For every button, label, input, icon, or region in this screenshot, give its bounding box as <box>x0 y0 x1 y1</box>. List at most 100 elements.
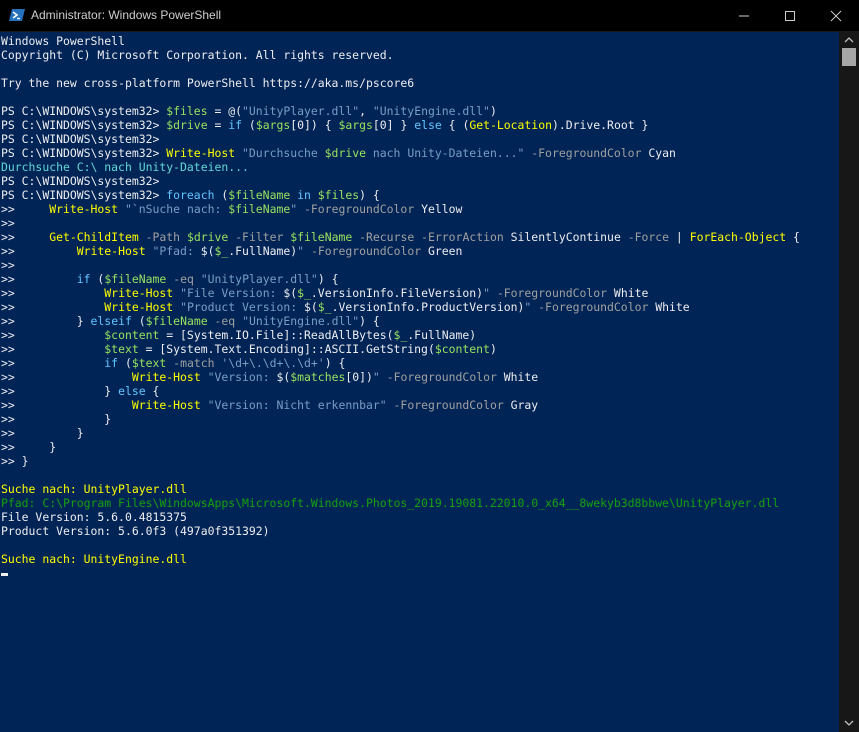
scroll-up-button[interactable] <box>839 31 859 48</box>
console-text-segment: [0]) <box>345 370 373 384</box>
console-text-segment: [0]) { <box>290 118 339 132</box>
console-line: >> } else { <box>1 384 159 398</box>
console-text-segment: $_ <box>214 244 229 258</box>
console-line: Durchsuche C:\ nach Unity-Dateien... <box>1 160 249 174</box>
console-text-segment: ) { <box>359 314 380 328</box>
console-text-segment: $files <box>166 104 208 118</box>
console-text-segment: >> } <box>1 384 119 398</box>
console-text-segment: "UnityEngine.dll" <box>242 314 360 328</box>
console-text-segment: = @( <box>207 104 243 118</box>
console-text-segment: $( <box>200 244 215 258</box>
console-line: File Version: 5.6.0.4815375 <box>1 510 187 524</box>
console-text-segment: >> <box>1 342 105 356</box>
console-text-segment: -ErrorAction <box>421 230 504 244</box>
console-line: Windows PowerShell <box>1 34 125 48</box>
close-button[interactable] <box>813 0 859 31</box>
console-text-segment: White <box>496 370 539 384</box>
console-text-segment: $fileName <box>145 314 208 328</box>
console-text-segment: .VersionInfo.FileVersion) <box>310 286 484 300</box>
console-text-segment <box>201 398 208 412</box>
console-text-segment: $fileName <box>104 272 167 286</box>
console-text-segment: -ForegroundColor <box>393 398 504 412</box>
console-line: >> if ($text -match '\d+\.\d+\.\d+') { <box>1 356 345 370</box>
console-line: PS C:\WINDOWS\system32> $drive = if ($ar… <box>1 118 648 132</box>
console-text-segment: ( <box>214 188 229 202</box>
console-text-segment: .VersionInfo.ProductVersion) <box>331 300 525 314</box>
console-text-segment <box>201 370 208 384</box>
console-text-segment: >> } <box>1 426 84 440</box>
console-text-segment: File Version: 5.6.0.4815375 <box>1 510 187 524</box>
console-text-segment: $content <box>104 328 160 342</box>
console-text-segment: $fileName <box>228 202 291 216</box>
console-text-segment: "UnityPlayer.dll" <box>200 272 318 286</box>
console-text-segment: { ( <box>441 118 470 132</box>
console-line: >> $text = [System.Text.Encoding]::ASCII… <box>1 342 497 356</box>
console-text-segment: .FullName) <box>228 244 298 258</box>
console-text-segment <box>490 286 497 300</box>
console-line: PS C:\WINDOWS\system32> foreach ($fileNa… <box>1 188 380 202</box>
console-text-segment: $args <box>338 118 373 132</box>
console-text-segment <box>208 314 215 328</box>
console-text-segment: ) { <box>359 188 380 202</box>
console-text-segment: Green <box>421 244 463 258</box>
console-text-segment: "Product Version: <box>180 300 305 314</box>
title-bar[interactable]: Administrator: Windows PowerShell <box>0 0 859 32</box>
console-text-segment: Write-Host <box>166 146 236 160</box>
console-text-segment: -ForegroundColor <box>496 286 608 300</box>
console-text-segment: $drive <box>324 146 366 160</box>
console-text-segment: >> } <box>1 412 112 426</box>
console-text-segment: -ForegroundColor <box>304 202 415 216</box>
console-text-segment <box>194 272 201 286</box>
console-text-segment: >> } <box>1 440 57 454</box>
console-text-segment: = <box>207 118 229 132</box>
console-text-segment: >> <box>1 370 132 384</box>
console-line: >> Write-Host "File Version: $($_.Versio… <box>1 286 648 300</box>
window-title: Administrator: Windows PowerShell <box>31 8 222 22</box>
console-text-segment: "Version: <box>207 370 277 384</box>
console-output[interactable]: Windows PowerShell Copyright (C) Microsof… <box>1 31 839 732</box>
console-text-segment: if <box>104 356 119 370</box>
console-text-segment: "Version: Nicht erkennbar" <box>207 398 387 412</box>
console-text-segment: $text <box>131 356 167 370</box>
scrollbar-thumb[interactable] <box>842 48 856 66</box>
console-text-segment: White <box>607 286 649 300</box>
console-text-segment: PS C:\WINDOWS\system32> <box>1 104 167 118</box>
minimize-icon <box>739 15 749 17</box>
console-text-segment: >> <box>1 300 105 314</box>
maximize-button[interactable] <box>767 0 813 31</box>
console-text-segment: PS C:\WINDOWS\system32> <box>1 174 160 188</box>
console-text-segment: else <box>414 118 442 132</box>
console-text-segment: "Durchsuche <box>242 146 325 160</box>
scroll-down-button[interactable] <box>839 715 859 732</box>
console-text-segment <box>380 370 387 384</box>
console-text-segment: $( <box>283 286 298 300</box>
console-text-segment: $drive <box>186 230 229 244</box>
minimize-button[interactable] <box>721 0 767 31</box>
console-text-segment: Gray <box>503 398 539 412</box>
console-text-segment: " <box>372 370 380 384</box>
console-text-segment: ) <box>489 104 497 118</box>
console-text-segment: " <box>297 244 305 258</box>
console-text-segment <box>235 146 242 160</box>
console-text-segment: >> <box>1 258 15 272</box>
console-text-segment: $_ <box>297 286 311 300</box>
vertical-scrollbar[interactable] <box>839 31 859 732</box>
console-text-segment: $_ <box>393 328 408 342</box>
console-text-segment: ForEach-Object <box>689 230 787 244</box>
console-text-segment: $fileName <box>290 230 353 244</box>
console-text-segment: $text <box>104 342 139 356</box>
console-line: PS C:\WINDOWS\system32> <box>1 174 159 188</box>
console-text-segment: Get-Location <box>469 118 552 132</box>
console-text-segment: >> <box>1 286 105 300</box>
console-text-segment: >> <box>1 398 132 412</box>
console-text-segment <box>304 244 311 258</box>
console-text-segment: "`nSuche nach: <box>124 202 229 216</box>
console-text-segment: in <box>297 188 311 202</box>
console-text-segment: Write-Host <box>49 202 119 216</box>
console-text-segment: Durchsuche C:\ nach Unity-Dateien... <box>1 160 249 174</box>
console-text-segment: -ForegroundColor <box>538 300 649 314</box>
console-text-segment: >> } <box>1 454 29 468</box>
console-text-segment: White <box>648 300 690 314</box>
console-text-segment: >> <box>1 356 105 370</box>
console-text-segment: Product Version: 5.6.0f3 (497a0f351392) <box>1 524 270 538</box>
